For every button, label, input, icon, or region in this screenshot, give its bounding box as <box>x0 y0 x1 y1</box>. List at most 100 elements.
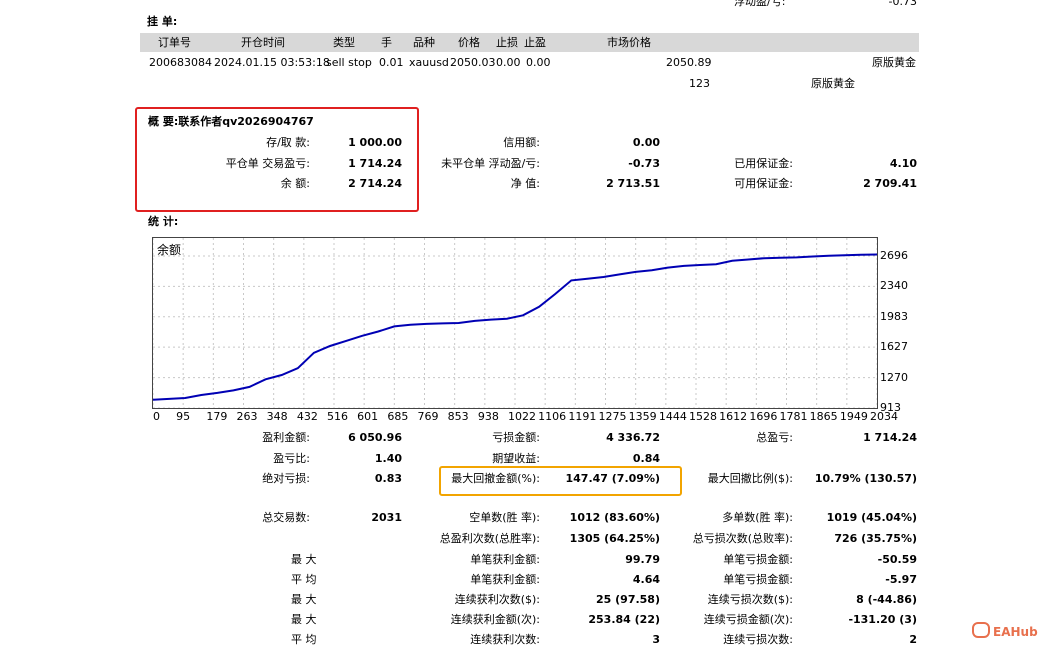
rel-drawdown-value: 10.79% (130.57) <box>814 472 917 485</box>
x-tick-label: 1022 <box>508 410 536 423</box>
order-row2-comment: 原版黄金 <box>811 77 855 90</box>
open-pl-label: 未平仓单 浮动盈/亏: <box>441 157 540 170</box>
avg-win-label: 单笔获利金额: <box>470 573 540 586</box>
cons-losses-value: 8 (-44.86) <box>856 593 917 606</box>
x-tick-label: 1865 <box>809 410 838 423</box>
win-count-label: 总盈利次数(总胜率): <box>439 532 540 545</box>
total-trades-value: 2031 <box>371 511 402 524</box>
x-tick-label: 432 <box>296 410 318 423</box>
margin-value: 4.10 <box>889 157 917 170</box>
largest-loss-value: -50.59 <box>877 553 917 566</box>
max-label-2: 最 大 <box>291 613 317 626</box>
balance-chart-svg: 余额 <box>152 238 878 409</box>
order-price: 2050.03 <box>450 56 496 69</box>
avg-cons-wins-value: 3 <box>652 633 660 646</box>
x-tick-label: 685 <box>387 410 409 423</box>
order-sl: 0.00 <box>496 56 521 69</box>
x-tick-label: 2034 <box>870 410 898 423</box>
largest-loss-label: 单笔亏损金额: <box>723 553 793 566</box>
average-label: 平 均 <box>291 573 317 586</box>
order-ticket: 200683084 <box>149 56 212 69</box>
closed-pl-value: 1 714.24 <box>348 157 402 170</box>
y-tick-label: 1270 <box>880 370 908 384</box>
floating-pl-label: 浮动盈/亏: <box>734 0 786 8</box>
x-tick-label: 1444 <box>658 410 687 423</box>
summary-title: 概 要:联系作者qv2026904767 <box>148 115 314 128</box>
avg-loss-value: -5.97 <box>885 573 917 586</box>
deposit-label: 存/取 款: <box>266 136 310 149</box>
series-name-label: 余额 <box>157 242 181 257</box>
avg-cons-losses-label: 连续亏损次数: <box>723 633 793 646</box>
short-trades-label: 空单数(胜 率): <box>469 511 540 524</box>
x-tick-label: 1696 <box>749 410 778 423</box>
free-margin-label: 可用保证金: <box>734 177 793 190</box>
eahub-watermark: EAHub <box>972 622 1038 639</box>
x-tick-label: 1528 <box>689 410 717 423</box>
x-tick-label: 1359 <box>628 410 657 423</box>
order-tp: 0.00 <box>526 56 551 69</box>
short-trades-value: 1012 (83.60%) <box>569 511 660 524</box>
free-margin-value: 2 709.41 <box>863 177 917 190</box>
total-profit-label: 总盈亏: <box>756 431 793 444</box>
avg-win-value: 4.64 <box>632 573 660 586</box>
x-tick-label: 1612 <box>719 410 748 423</box>
x-tick-label: 769 <box>417 410 439 423</box>
cons-profit-value: 253.84 (22) <box>588 613 660 626</box>
x-tick-label: 1106 <box>538 410 567 423</box>
col-type: 类型 <box>333 36 355 49</box>
total-trades-label: 总交易数: <box>262 511 310 524</box>
orders-title: 挂 单: <box>147 15 178 28</box>
order-market-price: 2050.89 <box>666 56 712 69</box>
stats-title: 统 计: <box>148 215 179 228</box>
balance-chart: 余额 <box>152 237 878 409</box>
avg-loss-label: 单笔亏损金额: <box>723 573 793 586</box>
y-tick-label: 1627 <box>880 340 908 354</box>
x-tick-label: 601 <box>357 410 379 423</box>
cons-losses-label: 连续亏损次数($): <box>707 593 793 606</box>
max-drawdown-label: 最大回撤金额(%): <box>451 472 540 485</box>
col-open-time: 开仓时间 <box>241 36 285 49</box>
long-trades-label: 多单数(胜 率): <box>722 511 793 524</box>
long-trades-value: 1019 (45.04%) <box>826 511 917 524</box>
cons-wins-label: 连续获利次数($): <box>454 593 540 606</box>
balance-value: 2 714.24 <box>348 177 402 190</box>
x-tick-label: 853 <box>447 410 469 423</box>
y-tick-label: 1983 <box>880 309 908 323</box>
y-tick-label: 2696 <box>880 249 908 262</box>
cons-wins-value: 25 (97.58) <box>596 593 660 606</box>
order-comment: 原版黄金 <box>872 56 916 69</box>
profit-factor-label: 盈亏比: <box>273 452 310 465</box>
margin-label: 已用保证金: <box>734 157 793 170</box>
expected-payoff-value: 0.84 <box>632 452 660 465</box>
col-lots: 手 <box>381 36 392 49</box>
x-tick-label: 179 <box>206 410 228 423</box>
order-type: sell stop <box>326 56 372 69</box>
gross-loss-value: 4 336.72 <box>606 431 660 444</box>
avg-cons-wins-label: 连续获利次数: <box>470 633 540 646</box>
x-tick-label: 1191 <box>568 410 597 423</box>
gross-profit-value: 6 050.96 <box>348 431 402 444</box>
order-time: 2024.01.15 03:53:18 <box>214 56 330 69</box>
loss-count-value: 726 (35.75%) <box>834 532 917 545</box>
eahub-logo-icon <box>972 622 990 638</box>
total-profit-value: 1 714.24 <box>863 431 917 444</box>
loss-count-label: 总亏损次数(总败率): <box>692 532 793 545</box>
gross-profit-label: 盈利金额: <box>262 431 310 444</box>
abs-drawdown-label: 绝对亏损: <box>262 472 310 485</box>
eahub-watermark-text: EAHub <box>993 625 1038 639</box>
col-symbol: 品种 <box>413 36 435 49</box>
cons-profit-label: 连续获利金额(次): <box>450 613 540 626</box>
x-tick-label: 1949 <box>839 410 868 423</box>
x-tick-label: 95 <box>176 410 191 423</box>
cons-loss-label: 连续亏损金额(次): <box>703 613 793 626</box>
equity-value: 2 713.51 <box>606 177 660 190</box>
open-pl-value: -0.73 <box>628 157 660 170</box>
x-tick-label: 263 <box>236 410 258 423</box>
x-tick-label: 0 <box>153 410 160 423</box>
col-tp: 止盈 <box>524 36 546 49</box>
largest-label: 最 大 <box>291 553 317 566</box>
win-count-value: 1305 (64.25%) <box>569 532 660 545</box>
x-tick-label: 348 <box>266 410 288 423</box>
abs-drawdown-value: 0.83 <box>374 472 402 485</box>
closed-pl-label: 平仓单 交易盈亏: <box>225 157 310 170</box>
